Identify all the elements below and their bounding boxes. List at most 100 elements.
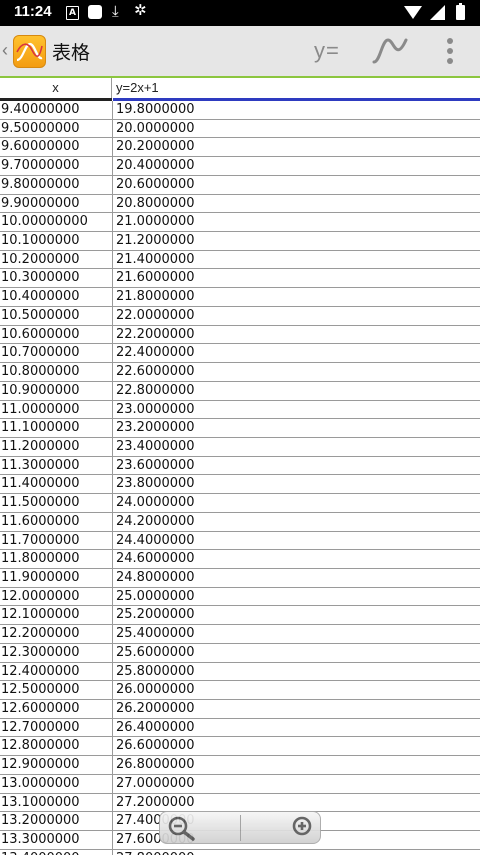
cell-y-value: 21.2000000 [116,233,195,249]
table-row[interactable]: 10.3000000 21.6000000 [0,269,480,289]
cell-x-value: 10.4000000 [1,289,80,305]
wifi-icon [404,6,422,19]
more-vert-icon[interactable] [446,38,454,64]
table-row[interactable]: 10.2000000 21.4000000 [0,251,480,270]
table-body[interactable]: 9.40000000 19.8000000 9.50000000 20.0000000… [0,101,480,855]
table-row[interactable]: 10.4000000 21.8000000 [0,288,480,307]
cell-x-value: 11.7000000 [1,532,80,548]
cell-y-value: 22.8000000 [116,382,195,398]
table-row[interactable]: 10.7000000 22.4000000 [0,344,480,364]
zoom-out-button[interactable] [160,812,240,843]
table-row[interactable]: 11.7000000 24.4000000 [0,532,480,551]
cell-y-value: 26.0000000 [116,682,195,698]
cell-x-value: 10.7000000 [1,345,80,361]
column-header-y[interactable]: y=2x+1 [116,78,476,98]
page-title: 表格 [52,42,91,64]
table-row[interactable]: 12.7000000 26.4000000 [0,719,480,738]
table-row[interactable]: 9.70000000 20.4000000 [0,157,480,176]
cell-y-value: 25.6000000 [116,644,195,660]
cell-y-value: 25.0000000 [116,588,195,604]
cell-y-value: 21.4000000 [116,251,195,267]
cell-y-value: 27.2000000 [116,794,195,810]
cell-x-value: 12.1000000 [1,607,80,623]
cell-y-value: 24.0000000 [116,495,195,511]
app-logo-icon[interactable] [13,35,46,68]
table-row[interactable]: 9.80000000 20.6000000 [0,176,480,195]
signal-icon [430,5,445,20]
cell-x-value: 11.3000000 [1,457,80,473]
table-row[interactable]: 12.6000000 26.2000000 [0,700,480,719]
cell-y-value: 25.8000000 [116,663,195,679]
table-row[interactable]: 11.4000000 23.8000000 [0,475,480,495]
cell-x-value: 11.1000000 [1,420,80,436]
table-row[interactable]: 10.5000000 22.0000000 [0,307,480,326]
cell-x-value: 13.2000000 [1,813,80,829]
cell-y-value: 26.8000000 [116,757,195,773]
table-row[interactable]: 11.2000000 23.4000000 [0,438,480,457]
cell-y-value: 20.4000000 [116,158,195,174]
table-row[interactable]: 10.9000000 22.8000000 [0,382,480,401]
cell-y-value: 24.6000000 [116,551,195,567]
cell-x-value: 12.3000000 [1,644,80,660]
cell-x-value: 10.1000000 [1,233,80,249]
table-row[interactable]: 12.8000000 26.6000000 [0,737,480,757]
zoom-in-button[interactable] [241,812,321,843]
function-input-button[interactable]: y= [314,38,340,64]
cell-x-value: 10.3000000 [1,270,80,286]
table-row[interactable]: 10.8000000 22.6000000 [0,363,480,382]
table-row[interactable]: 12.1000000 25.2000000 [0,606,480,626]
cell-x-value: 13.0000000 [1,775,80,791]
status-bar: 11:24 A ⤓ ✲ [0,0,480,26]
table-row[interactable]: 13.1000000 27.2000000 [0,794,480,813]
debug-icon: ✲ [134,1,147,19]
table-row[interactable]: 11.1000000 23.2000000 [0,419,480,438]
table-row[interactable]: 13.0000000 27.0000000 [0,775,480,794]
cell-y-value: 23.2000000 [116,420,195,436]
battery-icon [456,3,465,20]
table-row[interactable]: 12.3000000 25.6000000 [0,644,480,663]
cell-x-value: 10.2000000 [1,251,80,267]
cell-y-value: 22.6000000 [116,364,195,380]
table-row[interactable]: 12.5000000 26.0000000 [0,681,480,700]
back-chevron-icon[interactable]: ‹ [2,40,8,61]
cell-y-value: 24.2000000 [116,513,195,529]
cell-x-value: 10.00000000 [1,214,88,230]
table-row[interactable]: 11.0000000 23.0000000 [0,401,480,420]
table-row[interactable]: 11.5000000 24.0000000 [0,494,480,513]
table-row[interactable]: 12.2000000 25.4000000 [0,625,480,644]
table-row[interactable]: 9.60000000 20.2000000 [0,138,480,158]
table-row[interactable]: 10.6000000 22.2000000 [0,326,480,345]
cell-x-value: 9.40000000 [1,102,80,117]
table-row[interactable]: 13.4000000 27.8000000 [0,850,480,855]
table-row[interactable]: 10.1000000 21.2000000 [0,232,480,251]
cell-y-value: 23.8000000 [116,476,195,492]
app-square-icon [88,5,102,19]
status-time: 11:24 [14,3,52,20]
table-row[interactable]: 12.0000000 25.0000000 [0,588,480,607]
table-row[interactable]: 12.9000000 26.8000000 [0,756,480,775]
cell-y-value: 19.8000000 [116,102,195,117]
table-row[interactable]: 11.6000000 24.2000000 [0,513,480,532]
cell-x-value: 9.80000000 [1,176,80,192]
cell-y-value: 22.4000000 [116,345,195,361]
table-row[interactable]: 9.40000000 19.8000000 [0,101,480,120]
column-header-x[interactable]: x [0,78,112,98]
table-row[interactable]: 10.00000000 21.0000000 [0,213,480,233]
cell-y-value: 23.6000000 [116,457,195,473]
cell-y-value: 21.8000000 [116,289,195,305]
table-row[interactable]: 11.3000000 23.6000000 [0,457,480,476]
table-row[interactable]: 9.90000000 20.8000000 [0,195,480,214]
cell-x-value: 11.8000000 [1,551,80,567]
cell-y-value: 22.0000000 [116,307,195,323]
table-row[interactable]: 12.4000000 25.8000000 [0,663,480,682]
cell-y-value: 22.2000000 [116,326,195,342]
cell-x-value: 11.4000000 [1,476,80,492]
table-row[interactable]: 11.9000000 24.8000000 [0,569,480,588]
cell-x-value: 12.6000000 [1,701,80,716]
curve-icon[interactable] [370,36,410,66]
table-row[interactable]: 11.8000000 24.6000000 [0,550,480,569]
table-row[interactable]: 9.50000000 20.0000000 [0,120,480,139]
cell-x-value: 9.70000000 [1,158,80,174]
status-icons-right [404,3,468,22]
cell-y-value: 20.2000000 [116,139,195,155]
